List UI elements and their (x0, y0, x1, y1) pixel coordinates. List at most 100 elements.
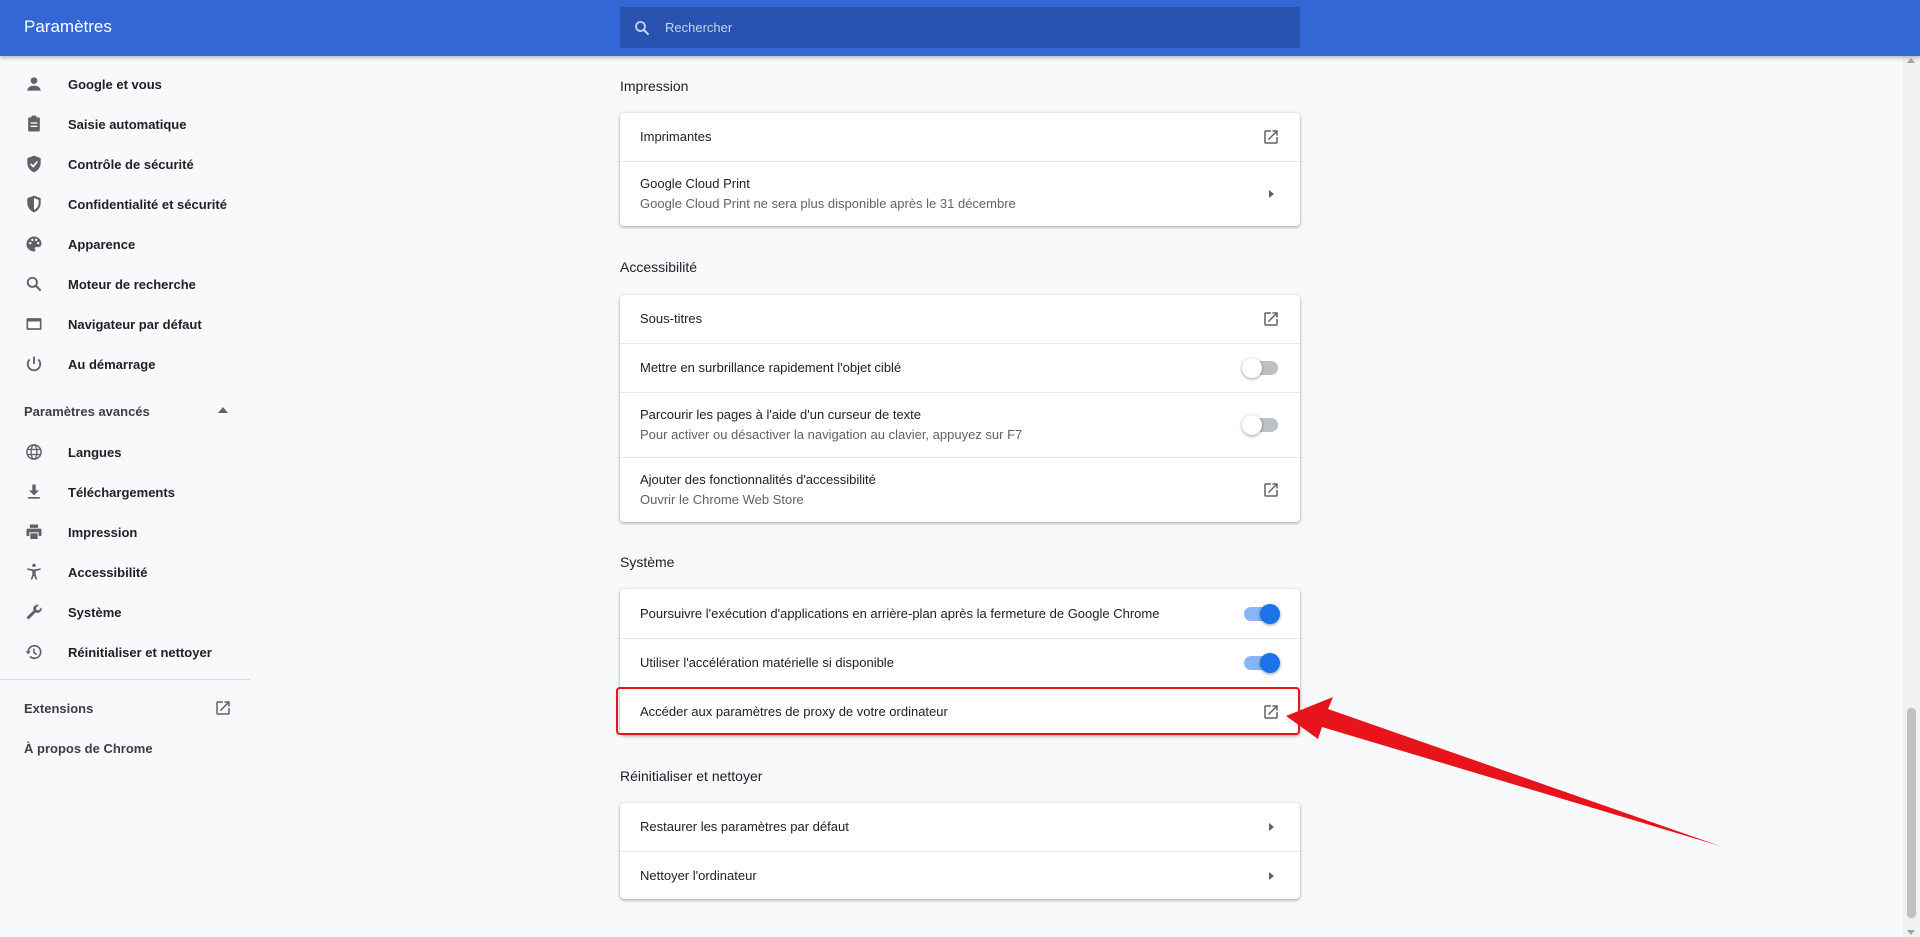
row-google-cloud-print[interactable]: Google Cloud Print Google Cloud Print ne… (620, 161, 1300, 226)
sidebar-item-au-demarrage[interactable]: Au démarrage (0, 344, 250, 384)
toggle-switch[interactable] (1242, 415, 1278, 435)
download-icon (28, 484, 40, 499)
row-primary: Nettoyer l'ordinateur (640, 867, 757, 883)
row-primary: Sous-titres (640, 311, 703, 326)
external-link-icon[interactable] (1262, 310, 1280, 328)
sidebar-divider (0, 679, 250, 680)
scrollbar[interactable] (1903, 56, 1920, 937)
sidebar-item-impression[interactable]: Impression (0, 512, 250, 552)
section-title-impression: Impression (620, 78, 689, 94)
sidebar-item-reinitialiser[interactable]: Réinitialiser et nettoyer (0, 632, 250, 672)
sidebar-item-extensions[interactable]: Extensions (0, 688, 250, 728)
chevron-right-icon[interactable] (1266, 871, 1276, 881)
sidebar-item-label: Contrôle de sécurité (68, 156, 194, 172)
page-title: Paramètres (24, 17, 112, 36)
row-proxy[interactable]: Accéder aux paramètres de proxy de votre… (620, 687, 1300, 735)
row-primary: Parcourir les pages à l'aide d'un curseu… (640, 407, 922, 422)
search-box[interactable] (620, 7, 1300, 48)
row-sous-titres[interactable]: Sous-titres (620, 295, 1300, 343)
toggle-switch[interactable] (1242, 358, 1278, 378)
external-link-icon[interactable] (1262, 128, 1280, 146)
globe-icon (26, 444, 42, 460)
sidebar-item-label: Système (68, 604, 122, 620)
sidebar-item-label: Impression (68, 524, 138, 540)
sidebar-item-label: Moteur de recherche (68, 276, 196, 292)
row-imprimantes[interactable]: Imprimantes (620, 113, 1300, 161)
sidebar-item-label: Confidentialité et sécurité (68, 196, 227, 212)
card-accessibilite: Sous-titres Mettre en surbrillance rapid… (620, 295, 1300, 522)
advanced-label: Paramètres avancés (24, 403, 150, 419)
external-link-icon[interactable] (1262, 481, 1280, 499)
sidebar-item-apparence[interactable]: Apparence (0, 224, 250, 264)
sidebar-item-label: Langues (68, 444, 122, 460)
sidebar-item-confidentialite[interactable]: Confidentialité et sécurité (0, 184, 250, 224)
top-bar: Paramètres (0, 0, 1920, 56)
row-acceleration-materielle[interactable]: Utiliser l'accélération matérielle si di… (620, 638, 1300, 687)
row-secondary: Pour activer ou désactiver la navigation… (640, 427, 1023, 442)
sidebar-item-a-propos[interactable]: À propos de Chrome (0, 728, 250, 768)
wrench-icon (26, 604, 42, 620)
accessibility-icon (27, 563, 41, 580)
chevron-right-icon[interactable] (1266, 822, 1276, 832)
row-secondary: Google Cloud Print ne sera plus disponib… (640, 196, 1016, 211)
sidebar-item-navigateur-defaut[interactable]: Navigateur par défaut (0, 304, 250, 344)
card-impression: Imprimantes Google Cloud Print Google Cl… (620, 113, 1300, 226)
sidebar-item-label: Au démarrage (68, 356, 156, 372)
toggle-switch[interactable] (1244, 603, 1280, 624)
sidebar-item-label: Navigateur par défaut (68, 316, 202, 332)
sidebar-item-label: Accessibilité (68, 564, 148, 580)
search-icon (635, 20, 649, 35)
sidebar-advanced-toggle[interactable]: Paramètres avancés (0, 391, 250, 431)
power-icon (26, 356, 42, 372)
row-primary: Poursuivre l'exécution d'applications en… (640, 605, 1160, 621)
row-fonctionnalites-accessibilite[interactable]: Ajouter des fonctionnalités d'accessibil… (620, 457, 1300, 522)
sidebar-item-telechargements[interactable]: Téléchargements (0, 472, 250, 512)
printer-icon (26, 524, 42, 540)
row-curseur-texte[interactable]: Parcourir les pages à l'aide d'un curseu… (620, 392, 1300, 457)
sidebar-item-label: Téléchargements (68, 484, 175, 500)
section-title-reinitialiser: Réinitialiser et nettoyer (620, 768, 763, 784)
search-icon (26, 276, 42, 292)
toggle-switch[interactable] (1244, 653, 1280, 673)
row-surbrillance[interactable]: Mettre en surbrillance rapidement l'obje… (620, 343, 1300, 392)
row-primary: Google Cloud Print (640, 176, 750, 191)
browser-icon (26, 318, 42, 330)
sidebar-item-moteur-recherche[interactable]: Moteur de recherche (0, 264, 250, 304)
row-primary: Restaurer les paramètres par défaut (640, 819, 849, 834)
section-title-systeme: Système (620, 554, 675, 570)
shield-check-icon (27, 155, 41, 173)
sidebar: Google et vous Saisie automatique Contrô… (0, 56, 250, 937)
row-primary: Utiliser l'accélération matérielle si di… (640, 655, 894, 670)
row-arriere-plan[interactable]: Poursuivre l'exécution d'applications en… (620, 589, 1300, 638)
sidebar-item-saisie-automatique[interactable]: Saisie automatique (0, 104, 250, 144)
row-primary: Ajouter des fonctionnalités d'accessibil… (640, 472, 876, 487)
history-icon (25, 644, 42, 660)
row-nettoyer-ordinateur[interactable]: Nettoyer l'ordinateur (620, 851, 1300, 899)
scroll-down-icon[interactable] (1907, 930, 1915, 935)
sidebar-item-google-et-vous[interactable]: Google et vous (0, 64, 250, 104)
sidebar-item-label: Google et vous (68, 76, 162, 92)
row-primary: Mettre en surbrillance rapidement l'obje… (640, 360, 902, 375)
row-restaurer-parametres[interactable]: Restaurer les paramètres par défaut (620, 803, 1300, 851)
sidebar-item-label: Saisie automatique (68, 116, 187, 132)
person-icon (27, 77, 41, 91)
external-link-icon[interactable] (1262, 703, 1280, 721)
sidebar-item-controle-securite[interactable]: Contrôle de sécurité (0, 144, 250, 184)
search-input[interactable] (665, 20, 1265, 35)
external-link-icon (216, 701, 230, 715)
scroll-up-icon[interactable] (1907, 58, 1915, 63)
scroll-thumb[interactable] (1907, 708, 1916, 918)
row-secondary: Ouvrir le Chrome Web Store (640, 492, 804, 507)
chevron-right-icon[interactable] (1266, 189, 1276, 199)
sidebar-item-accessibilite[interactable]: Accessibilité (0, 552, 250, 592)
card-systeme: Poursuivre l'exécution d'applications en… (620, 589, 1300, 735)
sidebar-item-label: Apparence (68, 236, 136, 252)
sidebar-item-langues[interactable]: Langues (0, 432, 250, 472)
palette-icon (26, 236, 42, 252)
sidebar-item-label: À propos de Chrome (24, 740, 153, 756)
sidebar-item-label: Réinitialiser et nettoyer (68, 644, 212, 660)
sidebar-item-systeme[interactable]: Système (0, 592, 250, 632)
row-primary: Accéder aux paramètres de proxy de votre… (640, 703, 948, 719)
row-primary: Imprimantes (640, 129, 712, 144)
caret-up-icon (218, 407, 228, 413)
